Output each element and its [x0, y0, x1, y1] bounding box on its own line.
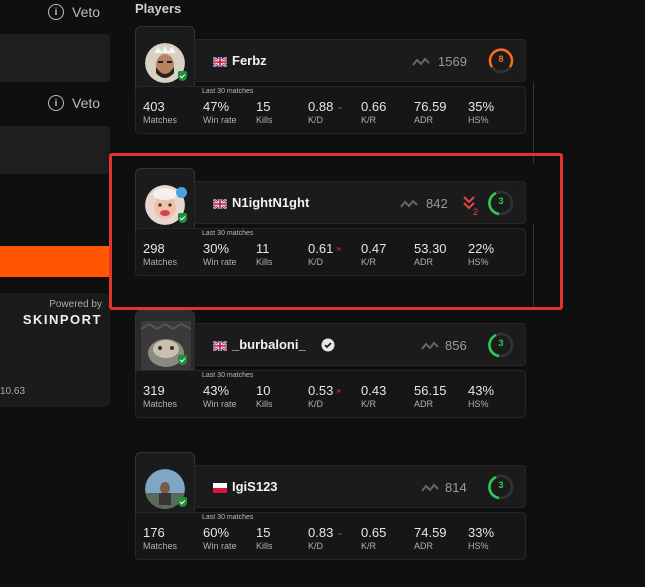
chevron-down-icon: ⌄ [336, 102, 344, 111]
stat-matches: 319 Matches [143, 383, 178, 409]
player-card: _burbaloni_ 856 3 Last 30 matches 319 Mat… [135, 310, 535, 450]
level-number: 8 [498, 54, 504, 64]
player-header[interactable]: Ferbz 1569 8 [194, 39, 526, 82]
stat-adr: 74.59 ADR [414, 525, 447, 551]
sponsor-powered-by: Powered by [49, 299, 102, 310]
stat-kd: 0.88 ⌄ K/D [308, 99, 344, 125]
map-slot-1[interactable] [0, 34, 110, 82]
divider [533, 82, 534, 164]
veto-button-1[interactable]: i Veto [48, 4, 100, 20]
stats-caption: Last 30 matches [202, 514, 254, 521]
stat-kills: 10 Kills [256, 383, 273, 409]
level-number: 3 [498, 480, 504, 490]
sponsor-value: 10.63 [0, 386, 26, 397]
skill-level-badge: 3 [487, 331, 515, 359]
elo-trend-icon [421, 341, 439, 350]
level-number: 3 [498, 338, 504, 348]
stat-matches: 176 Matches [143, 525, 178, 551]
stat-adr: 56.15 ADR [414, 383, 447, 409]
stat-kd: 0.53» K/D [308, 383, 341, 409]
stat-winrate: 43% Win rate [203, 383, 237, 409]
info-icon: i [48, 95, 64, 111]
elo-trend-icon [412, 57, 430, 66]
elo-trend-icon [421, 483, 439, 492]
stat-kr: 0.66 K/R [361, 99, 387, 125]
stats-caption: Last 30 matches [202, 88, 254, 95]
elo-value: 856 [445, 338, 467, 353]
stat-matches: 403 Matches [143, 99, 178, 125]
veto-label: Veto [72, 95, 101, 111]
flag-uk-icon [213, 341, 227, 351]
stat-hs: 43% HS% [468, 383, 495, 409]
stats-caption: Last 30 matches [202, 372, 254, 379]
player-name[interactable]: _burbaloni_ [232, 337, 306, 352]
skill-level-badge: 3 [487, 473, 515, 501]
stat-kills: 15 Kills [256, 99, 273, 125]
player-stats: Last 30 matches 319 Matches 43% Win rate 1… [135, 370, 526, 418]
stat-kd: 0.83 ⌄ K/D [308, 525, 344, 551]
elo-value: 814 [445, 480, 467, 495]
verified-shield-icon [178, 355, 187, 365]
double-chevron-down-icon: » [336, 386, 341, 395]
stat-winrate: 60% Win rate [203, 525, 237, 551]
verified-shield-icon [178, 497, 187, 507]
player-stats: Last 30 matches 403 Matches 47% Win rate 1… [135, 86, 526, 134]
player-name[interactable]: IgiS123 [232, 479, 278, 494]
section-title: Players [135, 1, 182, 16]
stat-kr: 0.65 K/R [361, 525, 387, 551]
action-bar[interactable] [0, 246, 110, 277]
verified-check-icon [321, 338, 335, 352]
map-slot-2[interactable] [0, 126, 110, 174]
verified-shield-icon [178, 71, 187, 81]
stat-adr: 76.59 ADR [414, 99, 447, 125]
stat-winrate: 47% Win rate [203, 99, 237, 125]
selection-highlight [109, 153, 563, 310]
flag-uk-icon [213, 57, 227, 67]
player-header[interactable]: _burbaloni_ 856 3 [194, 323, 526, 366]
player-header[interactable]: IgiS123 814 3 [194, 465, 526, 508]
stat-kr: 0.43 K/R [361, 383, 387, 409]
player-card: IgiS123 814 3 Last 30 matches 176 Matches… [135, 452, 535, 587]
sponsor-logo: SKINPORT [22, 312, 102, 327]
player-name[interactable]: Ferbz [232, 53, 267, 68]
stat-hs: 35% HS% [468, 99, 495, 125]
stat-kills: 15 Kills [256, 525, 273, 551]
info-icon: i [48, 4, 64, 20]
sponsor-panel[interactable]: Powered by SKINPORT 10.63 [0, 293, 110, 407]
player-card: Ferbz 1569 8 Last 30 matches 403 Matches … [135, 26, 535, 166]
veto-label: Veto [72, 4, 101, 20]
stat-hs: 33% HS% [468, 525, 495, 551]
chevron-down-icon: ⌄ [336, 528, 344, 537]
elo-value: 1569 [438, 54, 467, 69]
player-stats: Last 30 matches 176 Matches 60% Win rate 1… [135, 512, 526, 560]
flag-pl-icon [213, 483, 227, 493]
veto-button-2[interactable]: i Veto [48, 95, 100, 111]
skill-level-badge: 8 [487, 47, 515, 75]
